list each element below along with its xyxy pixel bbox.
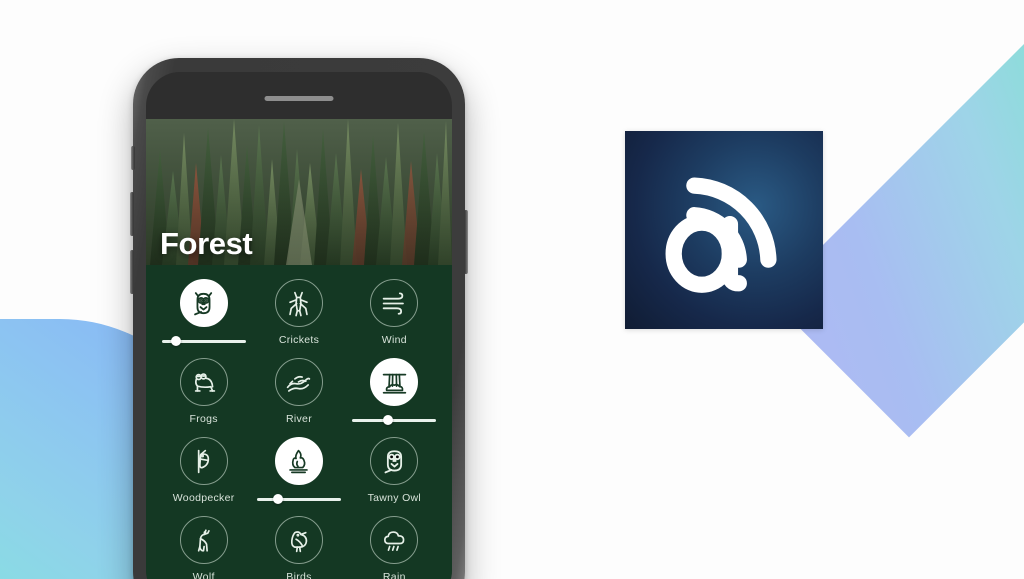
- rain-cloud-icon[interactable]: [370, 516, 419, 564]
- wind-icon[interactable]: [370, 279, 419, 327]
- sound-tile-woodpecker[interactable]: Woodpecker: [156, 437, 251, 516]
- sound-tile-waterfall[interactable]: [347, 358, 442, 437]
- app-logo: [625, 131, 823, 329]
- screenshot-stage: Forest Crickets Wind Frogs River Woodpecker T…: [0, 0, 1024, 579]
- volume-slider-track: [352, 419, 437, 422]
- sound-label: Wind: [381, 334, 407, 346]
- phone-bezel: Forest Crickets Wind Frogs River Woodpecker T…: [146, 72, 452, 579]
- scene-title: Forest: [160, 226, 253, 261]
- sound-tile-tawny-owl[interactable]: Tawny Owl: [347, 437, 442, 516]
- sound-tile-frogs[interactable]: Frogs: [156, 358, 251, 437]
- volume-slider[interactable]: [161, 336, 246, 346]
- sound-label: Birds: [286, 571, 312, 579]
- sound-tile-fire[interactable]: [251, 437, 346, 516]
- volume-up-button[interactable]: [130, 192, 134, 236]
- sound-label: Frogs: [189, 413, 218, 425]
- sound-tile-river[interactable]: River: [251, 358, 346, 437]
- sound-tile-rain[interactable]: Rain: [347, 516, 442, 579]
- volume-slider-thumb[interactable]: [273, 494, 284, 504]
- volume-slider[interactable]: [352, 415, 437, 425]
- sound-grid: Crickets Wind Frogs River Woodpecker Tawny Ow…: [146, 265, 452, 579]
- sound-tile-birds[interactable]: Birds: [251, 516, 346, 579]
- cricket-icon[interactable]: [274, 279, 323, 327]
- bird-icon[interactable]: [274, 516, 323, 564]
- sound-tile-owl[interactable]: [156, 279, 251, 358]
- sound-label: Wolf: [192, 571, 215, 579]
- phone-mockup: Forest Crickets Wind Frogs River Woodpecker T…: [130, 58, 468, 579]
- sound-tile-crickets[interactable]: Crickets: [251, 279, 346, 358]
- wolf-icon[interactable]: [179, 516, 228, 564]
- power-button[interactable]: [464, 210, 468, 274]
- frog-icon[interactable]: [179, 358, 228, 406]
- earpiece-speaker-icon: [264, 96, 334, 101]
- app-screen: Forest Crickets Wind Frogs River Woodpecker T…: [146, 119, 452, 579]
- a-waves-logo-icon: [665, 177, 777, 293]
- sound-label: Crickets: [278, 334, 320, 346]
- volume-slider[interactable]: [256, 494, 341, 504]
- hero-header: Forest: [146, 119, 452, 265]
- sound-tile-wind[interactable]: Wind: [347, 279, 442, 358]
- waterfall-icon[interactable]: [370, 358, 419, 406]
- fire-icon[interactable]: [274, 437, 323, 485]
- sound-label: Tawny Owl: [367, 492, 422, 504]
- sound-tile-wolf[interactable]: Wolf: [156, 516, 251, 579]
- volume-slider-thumb[interactable]: [382, 415, 393, 425]
- volume-slider-thumb[interactable]: [171, 336, 182, 346]
- tawny-owl-icon[interactable]: [370, 437, 419, 485]
- river-icon[interactable]: [274, 358, 323, 406]
- sound-label: Woodpecker: [172, 492, 235, 504]
- mute-switch[interactable]: [131, 146, 135, 170]
- volume-down-button[interactable]: [130, 250, 134, 294]
- owl-icon[interactable]: [179, 279, 228, 327]
- sound-label: River: [285, 413, 312, 425]
- woodpecker-icon[interactable]: [179, 437, 228, 485]
- sound-label: Rain: [382, 571, 406, 579]
- volume-slider-track: [256, 498, 341, 501]
